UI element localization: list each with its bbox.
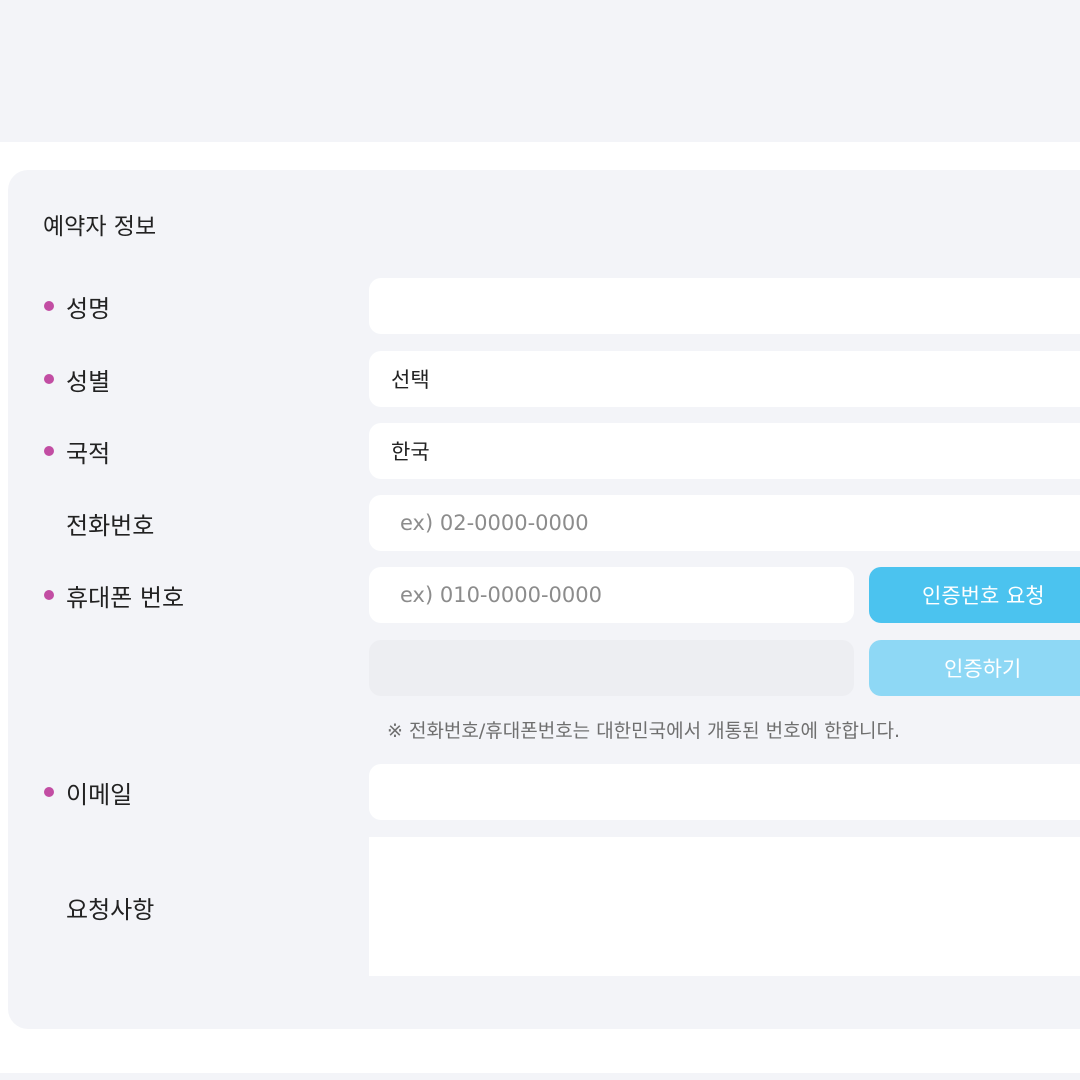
- nationality-label-row: 국적: [44, 423, 110, 479]
- mobile-label: 휴대폰 번호: [66, 583, 185, 612]
- footer-area: [0, 1073, 1080, 1080]
- name-label-row: 성명: [44, 278, 110, 334]
- request-label-row: 요청사항: [44, 879, 154, 935]
- top-banner-area: [0, 0, 1080, 142]
- phone-label-row: 전화번호: [44, 495, 154, 551]
- required-dot-icon: [44, 301, 54, 311]
- required-dot-icon: [44, 446, 54, 456]
- name-input[interactable]: [369, 278, 1080, 334]
- email-input[interactable]: [369, 764, 1080, 820]
- mobile-label-row: 휴대폰 번호: [44, 567, 184, 623]
- phone-input[interactable]: ex) 02-0000-0000: [369, 495, 1080, 551]
- phone-label: 전화번호: [66, 511, 155, 540]
- nationality-select[interactable]: 한국: [369, 423, 1080, 479]
- verification-code-input[interactable]: [369, 640, 854, 696]
- nationality-label: 국적: [66, 439, 111, 468]
- email-label-row: 이메일: [44, 764, 132, 820]
- mobile-input[interactable]: ex) 010-0000-0000: [369, 567, 854, 623]
- gender-select[interactable]: 선택: [369, 351, 1080, 407]
- section-title: 예약자 정보: [43, 214, 157, 240]
- gender-label: 성별: [66, 367, 111, 396]
- verify-button[interactable]: 인증하기: [869, 640, 1080, 696]
- required-dot-icon: [44, 374, 54, 384]
- request-textarea[interactable]: [369, 837, 1080, 976]
- email-label: 이메일: [66, 780, 133, 809]
- name-label: 성명: [66, 294, 111, 323]
- request-code-button[interactable]: 인증번호 요청: [869, 567, 1080, 623]
- request-label: 요청사항: [66, 895, 155, 924]
- required-dot-icon: [44, 590, 54, 600]
- required-dot-icon: [44, 787, 54, 797]
- phone-notice: ※ 전화번호/휴대폰번호는 대한민국에서 개통된 번호에 한합니다.: [387, 720, 901, 742]
- gender-label-row: 성별: [44, 351, 110, 407]
